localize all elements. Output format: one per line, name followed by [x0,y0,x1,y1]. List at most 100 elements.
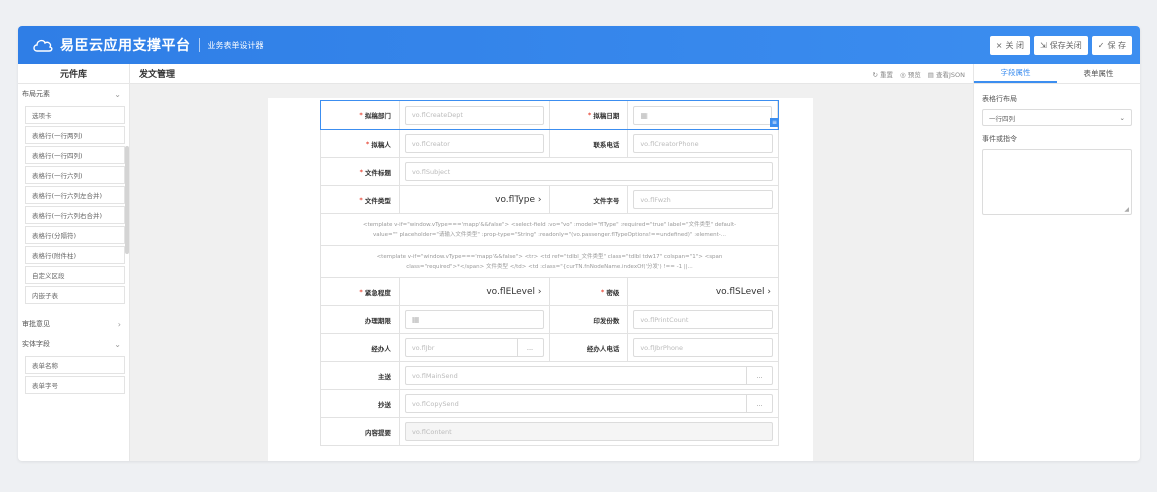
field-cell: vo.flCopySend... [400,390,778,417]
file-no-input[interactable]: vo.flFwzh [633,190,773,209]
preview-button[interactable]: ◎ 预览 [900,69,921,79]
field-cell: vo.flSubject [400,158,778,185]
form-table: * 拟稿部门 vo.flCreateDept * 拟稿日期 ▦ ≡ * 拟稿人 vo.… [320,100,779,446]
chevron-down-icon: ⌄ [114,89,121,99]
file-type-select[interactable]: vo.flType › [405,195,544,205]
group-approval[interactable]: 审批意见 › [18,314,129,334]
group-entity-fields[interactable]: 实体字段 ⌄ [18,334,129,354]
handler-input[interactable]: vo.flJbr... [404,338,544,357]
designer-window: 易臣云应用支撑平台 业务表单设计器 × 关 闭 ⇲ 保存关闭 ✓ 保 存 元件库 布局… [18,26,1140,461]
save-button[interactable]: ✓ 保 存 [1091,36,1132,55]
create-date-picker[interactable]: ▦ [633,105,772,125]
template-code-block[interactable]: <template v-if="window.vType==='mapp'&&f… [320,246,779,278]
chevron-down-icon: ⌄ [1119,113,1125,122]
event-label: 事件或指令 [982,135,1017,143]
more-button[interactable]: ... [746,367,772,384]
library-item[interactable]: 自定义区段 [25,266,125,284]
field-label: 联系电话 [550,130,629,157]
chevron-down-icon: ⌄ [114,339,121,349]
field-label: 印发份数 [550,306,629,333]
calendar-icon: ▦ [411,315,420,324]
library-item[interactable]: 表格行(一行六列) [25,166,125,184]
field-cell: vo.flFwzh [628,186,778,213]
canvas-actions: ↻ 重置 ◎ 预览 ▤ 查看JSON [872,64,965,84]
tab-form-properties[interactable]: 表单属性 [1057,64,1140,83]
template-code-block[interactable]: <template v-if="window.vType==='mapp'&&f… [320,214,779,246]
form-row-selected[interactable]: * 拟稿部门 vo.flCreateDept * 拟稿日期 ▦ ≡ [320,100,779,130]
properties-panel: 字段属性 表单属性 表格行布局 一行四列 ⌄ 事件或指令 ◢ [973,64,1140,461]
library-item[interactable]: 表格行(一行两列) [25,126,125,144]
save-close-button[interactable]: ⇲ 保存关闭 [1034,36,1088,55]
library-item[interactable]: 内嵌子表 [25,286,125,304]
calendar-icon: ▦ [640,110,648,120]
component-library-title: 元件库 [18,64,130,84]
content-input[interactable]: vo.flContent [405,422,773,441]
library-item[interactable]: 表格行(一行四列) [25,146,125,164]
copy-send-input[interactable]: vo.flCopySend... [405,394,773,413]
app-title: 易臣云应用支撑平台 [60,38,191,54]
field-cell: vo.flMainSend... [400,362,778,389]
group-layout[interactable]: 布局元素 ⌄ [18,84,129,104]
design-canvas: * 拟稿部门 vo.flCreateDept * 拟稿日期 ▦ ≡ * 拟稿人 vo.… [130,84,973,461]
field-label: * 文件类型 [321,186,400,213]
check-icon: ✓ [1097,41,1105,50]
create-dept-input[interactable]: vo.flCreateDept [404,105,544,125]
form-title: 发文管理 [139,70,176,80]
deadline-picker[interactable]: ▦ [404,310,544,329]
field-cell: vo.flContent [400,418,778,445]
reset-button[interactable]: ↻ 重置 [872,69,893,79]
library-item[interactable]: 表单名称 [25,356,125,374]
library-item[interactable]: 选项卡 [25,106,125,124]
form-row: 抄送 vo.flCopySend... [320,390,779,418]
event-textarea[interactable]: ◢ [982,149,1132,215]
close-button[interactable]: × 关 闭 [989,36,1031,55]
library-item[interactable]: 表格行(一行六列右合并) [25,206,125,224]
urgency-select[interactable]: vo.flELevel › [405,287,544,297]
form-row: 主送 vo.flMainSend... [320,362,779,390]
layout-label: 表格行布局 [982,95,1017,103]
save-close-icon: ⇲ [1040,41,1047,50]
library-item[interactable]: 表单字号 [25,376,125,394]
secret-level-select[interactable]: vo.flSLevel › [633,287,773,297]
field-label: * 拟稿部门 [321,101,400,129]
field-cell: vo.flType › [400,186,550,213]
preview-icon: ◎ [899,71,906,79]
cloud-logo-icon [32,35,54,55]
chevron-right-icon: › [767,286,771,297]
form-row: * 文件标题 vo.flSubject [320,158,779,186]
app-subtitle: 业务表单设计器 [207,40,264,50]
field-cell: ▦ [628,101,778,129]
more-button[interactable]: ... [516,339,543,356]
row-handle-icon[interactable]: ≡ [770,118,779,127]
field-cell: vo.flPrintCount [628,306,778,333]
form-row: * 文件类型 vo.flType › 文件字号 vo.flFwzh [320,186,779,214]
more-button[interactable]: ... [746,395,772,412]
creator-phone-input[interactable]: vo.flCreatorPhone [633,134,773,153]
field-label: 抄送 [321,390,400,417]
sidebar-scrollbar[interactable] [125,146,129,254]
resize-grip-icon[interactable]: ◢ [1124,206,1129,213]
field-cell: ▦ [400,306,550,333]
field-label: 文件字号 [550,186,629,213]
field-cell: vo.flCreator [400,130,550,157]
main-send-input[interactable]: vo.flMainSend... [405,366,773,385]
field-label: 主送 [321,362,400,389]
library-item[interactable]: 表格行(一行六列左合并) [25,186,125,204]
form-row: 经办人 vo.flJbr... 经办人电话 vo.flJbrPhone [320,334,779,362]
library-item[interactable]: 表格行(分隔符) [25,226,125,244]
tab-field-properties[interactable]: 字段属性 [974,64,1057,83]
field-cell: vo.flCreatorPhone [628,130,778,157]
creator-input[interactable]: vo.flCreator [404,134,544,153]
print-count-input[interactable]: vo.flPrintCount [633,310,773,329]
layout-select[interactable]: 一行四列 ⌄ [982,109,1132,126]
field-label: * 文件标题 [321,158,400,185]
properties-tabs: 字段属性 表单属性 [974,64,1140,84]
component-library: 布局元素 ⌄ 选项卡 表格行(一行两列) 表格行(一行四列) 表格行(一行六列) … [18,84,130,461]
view-json-button[interactable]: ▤ 查看JSON [928,69,965,79]
reset-icon: ↻ [872,71,878,79]
handler-phone-input[interactable]: vo.flJbrPhone [633,338,773,357]
top-bar: 易臣云应用支撑平台 业务表单设计器 × 关 闭 ⇲ 保存关闭 ✓ 保 存 [18,26,1140,64]
subject-input[interactable]: vo.flSubject [405,162,773,181]
close-icon: × [995,41,1003,50]
library-item[interactable]: 表格行(附件柱) [25,246,125,264]
